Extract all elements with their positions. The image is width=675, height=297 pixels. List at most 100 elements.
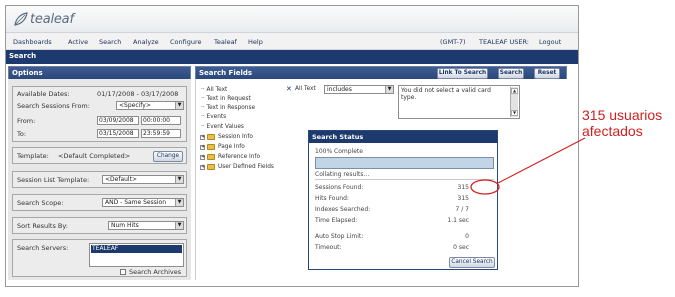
template-label: Template: [17,152,49,160]
tree-folder-reference-info[interactable]: Reference Info [218,154,260,160]
session-list-value: <Default> [105,176,137,183]
menu-dashboards[interactable]: Dashboards [13,38,52,46]
reset-button[interactable]: Reset [534,68,560,79]
time-elapsed-label: Time Elapsed: [315,217,358,224]
from-time-input[interactable]: 00:00:00 [141,116,181,125]
link-to-search-button[interactable]: Link To Search [437,68,488,79]
search-status-dialog: Search Status 100% Complete Collating re… [308,130,498,270]
template-value: <Default Completed> [58,152,131,160]
sessions-found-label: Sessions Found: [315,184,364,191]
search-scope-value: AND - Same Session [105,199,167,206]
change-template-button[interactable]: Change [153,151,183,162]
expand-icon[interactable]: + [200,135,205,140]
timeout-value: 0 sec [453,244,469,251]
status-divider [315,179,494,180]
session-list-box: Session List Template: <Default> ▼ [12,171,187,188]
sessions-from-label: Search Sessions From: [17,102,90,110]
sort-box: Sort Results By: Num Hits ▼ [12,217,187,234]
tree-label: Event Values [206,124,244,130]
logo-bar: tealeaf [6,6,578,33]
tree-item-events[interactable]: ·· Events [201,114,226,120]
session-list-label: Session List Template: [17,176,90,184]
folder-icon [207,134,215,140]
leaf-icon [14,12,28,26]
timezone-label: (GMT-7) [440,38,466,46]
auto-stop-label: Auto Stop Limit: [315,233,364,240]
options-header: Options [8,66,191,80]
indexes-searched-label: Indexes Searched: [315,206,371,213]
expand-icon[interactable]: + [200,165,205,170]
tree-item-text-response[interactable]: ·· Text in Response [201,105,255,111]
sort-select[interactable]: Num Hits ▼ [108,221,184,230]
progress-bar [315,157,494,169]
from-time-value: 00:00:00 [143,117,170,124]
folder-icon [207,144,215,150]
status-title-bar: Search Status [309,131,497,143]
section-title: Search [9,52,37,60]
tree-folder-session-info[interactable]: Session Info [218,134,253,140]
tree-folder-page-info[interactable]: Page Info [218,144,245,150]
tree-item-event-values[interactable]: ·· Event Values [201,124,244,130]
user-label: TEALEAF USER: [479,38,530,46]
tree-label: Events [206,114,227,120]
chevron-down-icon: ▼ [175,102,183,109]
to-time-value: 23:59:59 [143,130,170,137]
tree-folder-user-defined[interactable]: User Defined Fields [218,164,274,170]
chevron-down-icon: ▼ [175,199,183,206]
search-scope-box: Search Scope: AND - Same Session ▼ [12,194,187,211]
remove-criteria-icon[interactable]: ✕ [286,85,292,93]
scroll-up-icon[interactable]: ▲ [511,88,518,94]
search-scope-select[interactable]: AND - Same Session ▼ [102,198,184,207]
options-title: Options [12,69,43,77]
from-date-input[interactable]: 03/09/2008 [97,116,139,125]
options-panel: Available Dates: 01/17/2008 - 03/17/2008… [8,79,191,280]
criteria-value-textarea[interactable]: You did not select a valid card type. ▲ … [398,85,520,119]
section-bar: Search [6,50,578,64]
tree-label: Text in Response [206,105,256,111]
from-date-value: 03/09/2008 [99,117,134,124]
auto-stop-value: 0 [465,233,469,240]
folder-icon [207,164,215,170]
expand-icon[interactable]: + [200,145,205,150]
to-date-input[interactable]: 03/15/2008 [97,129,139,138]
search-button[interactable]: Search [498,68,524,79]
session-list-select[interactable]: <Default> ▼ [102,175,184,184]
complete-label: 100% Complete [315,148,363,155]
sort-value: Num Hits [111,222,139,229]
search-archives-label: Search Archives [129,268,182,276]
from-label: From: [17,117,36,125]
menu-configure[interactable]: Configure [170,38,202,46]
tree-item-text-request[interactable]: ·· Text in Request [201,96,251,102]
logout-link[interactable]: Logout [539,38,561,46]
search-fields-title: Search Fields [199,69,253,77]
search-servers-box: Search Servers: TEALEAF Search Archives [12,239,187,277]
template-box: Template: <Default Completed> Change [12,147,187,164]
cancel-search-button[interactable]: Cancel Search [449,257,495,268]
main-menu: Dashboards Active Search Analyze Configu… [6,33,578,50]
menu-tealeaf[interactable]: Tealeaf [214,38,237,46]
criteria-message: You did not select a valid card type. [401,87,491,101]
menu-help[interactable]: Help [248,38,263,46]
to-date-value: 03/15/2008 [99,130,134,137]
server-item-tealeaf[interactable]: TEALEAF [91,245,182,253]
criteria-operator-select[interactable]: includes ▼ [324,85,394,94]
textarea-scrollbar[interactable]: ▲ ▼ [510,87,518,117]
menu-analyze[interactable]: Analyze [133,38,159,46]
menu-search[interactable]: Search [99,38,121,46]
annotation-line2: afectados [582,123,643,139]
search-archives-checkbox[interactable] [120,269,126,275]
available-dates-label: Available Dates: [17,90,70,98]
menu-active[interactable]: Active [68,38,88,46]
tree-label: All Text [206,87,228,93]
criteria-operator-value: includes [327,86,352,93]
collating-label: Collating results... [315,171,370,178]
chevron-down-icon: ▼ [385,86,393,93]
tree-item-all-text[interactable]: ·· All Text [201,87,227,93]
scroll-down-icon[interactable]: ▼ [511,110,518,116]
indexes-searched-value: 7 / 7 [455,206,469,213]
to-time-input[interactable]: 23:59:59 [141,129,181,138]
expand-icon[interactable]: + [200,155,205,160]
search-servers-list[interactable]: TEALEAF [89,243,184,267]
sort-label: Sort Results By: [17,222,68,230]
sessions-from-select[interactable]: <Specify> ▼ [116,101,184,110]
